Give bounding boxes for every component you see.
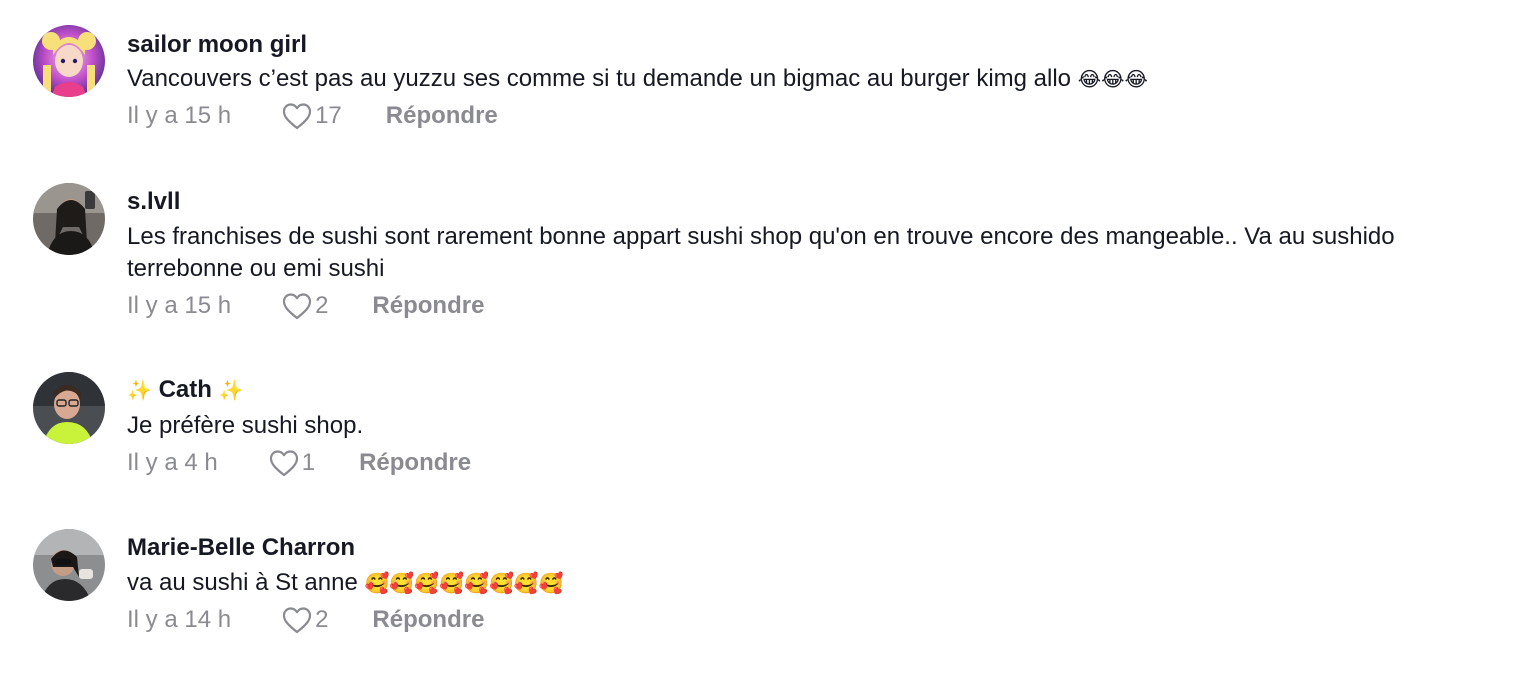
comment-time: Il y a 4 h: [127, 449, 218, 476]
comment-text: Vancouvers c’est pas au yuzzu ses comme …: [127, 63, 1517, 95]
comment-text-body: Vancouvers c’est pas au yuzzu ses comme …: [127, 65, 1072, 92]
reply-button[interactable]: Répondre: [359, 449, 471, 477]
comment-emoji: 🥰🥰🥰🥰🥰🥰🥰🥰: [364, 571, 564, 595]
avatar[interactable]: [33, 25, 105, 97]
username-text: Cath: [158, 376, 212, 403]
avatar[interactable]: [33, 372, 105, 444]
heart-outline-icon: [282, 607, 312, 634]
reply-button[interactable]: Répondre: [372, 606, 484, 634]
like-button[interactable]: 2: [281, 291, 328, 321]
comment-text-body: Je préfère sushi shop.: [127, 412, 364, 439]
heart-outline-icon: [269, 450, 298, 477]
comment-text-body: Les franchises de sushi sont rarement bo…: [127, 223, 1395, 282]
comment-time: Il y a 14 h: [127, 606, 232, 633]
comment-meta: Il y a 15 h 2 Répondre: [127, 289, 484, 323]
comment-text: Je préfère sushi shop.: [127, 410, 1517, 442]
comment-time: Il y a 15 h: [127, 292, 232, 319]
like-count: 1: [301, 449, 316, 476]
reply-button[interactable]: Répondre: [386, 102, 498, 130]
reply-button[interactable]: Répondre: [372, 292, 484, 320]
username-text: s.lvll: [127, 188, 181, 215]
sparkle-icon: ✨: [218, 380, 244, 402]
like-count: 2: [315, 292, 329, 319]
comment-username[interactable]: ✨ Cath ✨: [127, 376, 244, 404]
comment-time: Il y a 15 h: [127, 102, 232, 129]
avatar[interactable]: [33, 183, 105, 255]
username-text: Marie-Belle Charron: [127, 534, 356, 561]
like-button[interactable]: 2: [281, 605, 328, 635]
comment-text: va au sushi à St anne 🥰🥰🥰🥰🥰🥰🥰🥰: [127, 567, 1517, 599]
like-button[interactable]: 17: [281, 101, 342, 131]
comment-text-body: va au sushi à St anne: [127, 569, 358, 596]
comment-meta: Il y a 14 h 2 Répondre: [127, 603, 484, 637]
comment-username[interactable]: sailor moon girl: [127, 31, 307, 59]
comment-emoji: 😂😂😂: [1077, 67, 1148, 91]
like-button[interactable]: 1: [268, 448, 315, 478]
heart-outline-icon: [282, 103, 312, 130]
like-count: 2: [315, 606, 329, 633]
username-text: sailor moon girl: [127, 31, 308, 58]
sparkle-icon: ✨: [127, 380, 152, 402]
avatar[interactable]: [33, 529, 105, 601]
heart-outline-icon: [282, 293, 312, 320]
comment-username[interactable]: s.lvll: [127, 188, 180, 216]
comment-meta: Il y a 4 h 1 Répondre: [127, 446, 471, 480]
comment-text: Les franchises de sushi sont rarement bo…: [127, 221, 1517, 285]
like-count: 17: [315, 102, 342, 129]
comment-username[interactable]: Marie-Belle Charron: [127, 534, 355, 562]
comment-meta: Il y a 15 h 17 Répondre: [127, 99, 498, 133]
